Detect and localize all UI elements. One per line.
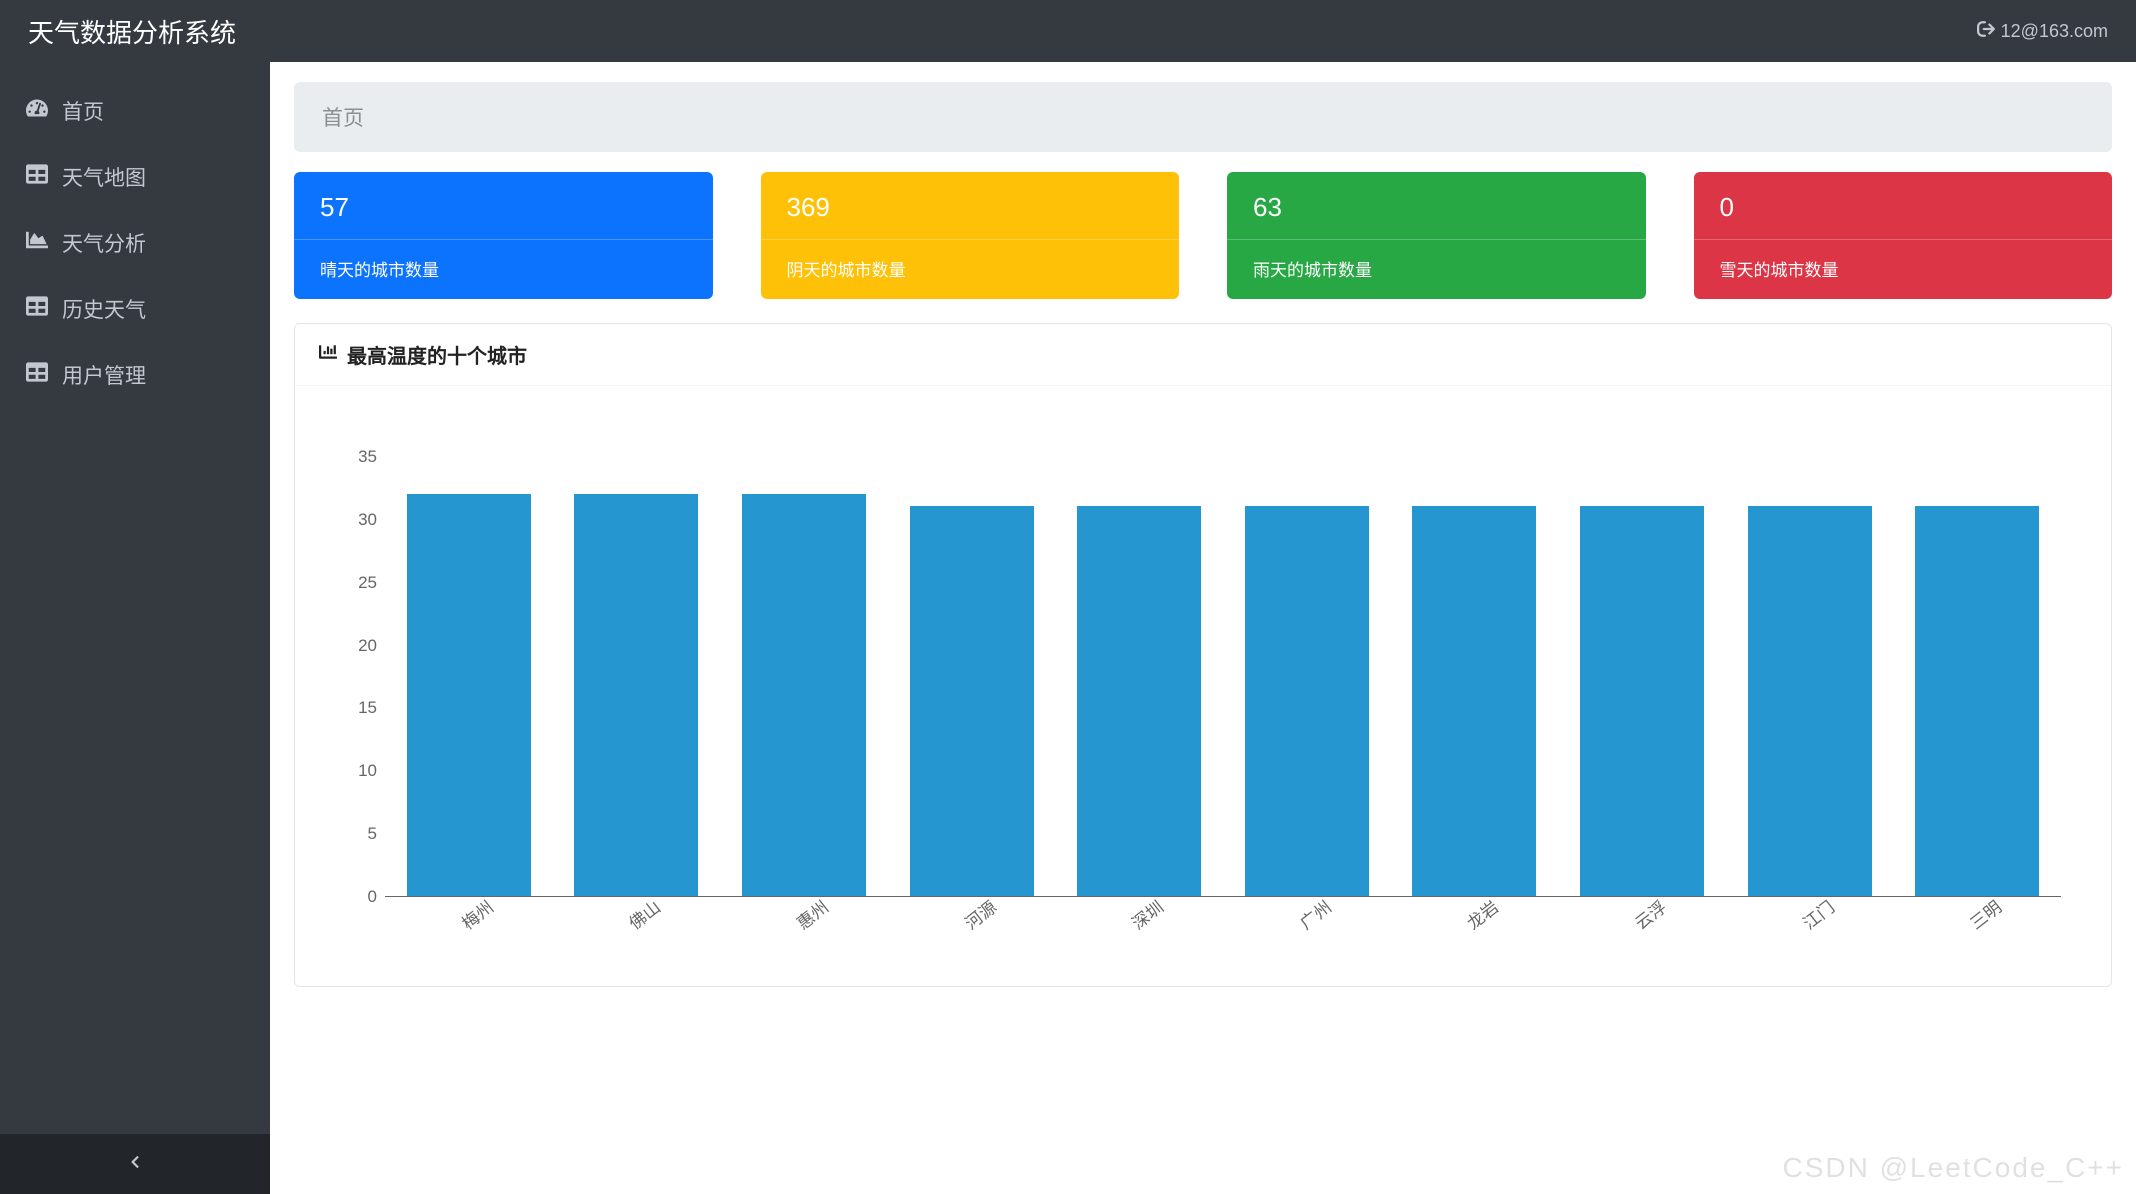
x-label-slot: 深圳 [1055,896,1223,956]
x-label-slot: 河源 [888,896,1056,956]
card-rainy: 63 雨天的城市数量 [1227,172,1646,299]
x-label-slot: 三明 [1893,896,2061,956]
chevron-left-icon [128,1155,142,1174]
sidebar-item-analysis[interactable]: 天气分析 [0,210,270,276]
x-tick-label: 广州 [1293,894,1352,956]
sidebar-item-map[interactable]: 天气地图 [0,144,270,210]
sidebar-item-users[interactable]: 用户管理 [0,342,270,408]
sidebar-item-label: 历史天气 [62,294,146,324]
sidebar-item-label: 用户管理 [62,360,146,390]
y-tick-label: 20 [345,636,377,656]
x-tick-label: 佛山 [623,894,682,956]
chart-bar[interactable] [1915,506,2039,896]
breadcrumb: 首页 [294,82,2112,152]
chart-bar[interactable] [574,494,698,896]
chart-bar-slot [1055,456,1223,896]
chart-bar-slot [385,456,553,896]
x-label-slot: 云浮 [1558,896,1726,956]
table-icon [26,295,48,323]
table-icon [26,361,48,389]
y-tick-label: 30 [345,510,377,530]
chart-bar-slot [1893,456,2061,896]
card-cloudy: 369 阴天的城市数量 [761,172,1180,299]
panel-body: 0 5 10 15 20 25 30 35 梅州 佛山 惠州 河源 深圳 广州 龙岩 云浮 江门 三明 [295,386,2111,986]
x-tick-label: 三明 [1964,894,2023,956]
dashboard-icon [26,97,48,125]
logout-icon [1977,20,1995,43]
card-value: 0 [1694,172,2113,239]
app-title: 天气数据分析系统 [28,13,236,50]
y-tick-label: 5 [345,824,377,844]
sidebar-item-label: 天气地图 [62,162,146,192]
card-value: 369 [761,172,1180,239]
chart-bar-slot [1726,456,1894,896]
topbar: 天气数据分析系统 12@163.com [0,0,2136,62]
x-tick-label: 龙岩 [1461,894,1520,956]
card-label: 晴天的城市数量 [294,239,713,299]
x-tick-label: 梅州 [455,894,514,956]
bar-chart: 05101520253035 梅州佛山惠州河源深圳广州龙岩云浮江门三明 [315,456,2091,956]
chart-bar[interactable] [1748,506,1872,896]
x-label-slot: 佛山 [553,896,721,956]
sidebar-nav: 首页 天气地图 天气分析 历史天气 用户管理 [0,62,270,1134]
chart-bar[interactable] [742,494,866,896]
chart-bars [385,456,2061,896]
x-label-slot: 江门 [1726,896,1894,956]
chart-bar[interactable] [1580,506,1704,896]
chart-icon [26,229,48,257]
x-label-slot: 广州 [1223,896,1391,956]
chart-bar[interactable] [1412,506,1536,896]
sidebar-collapse-button[interactable] [0,1134,270,1194]
chart-bar[interactable] [910,506,1034,896]
card-snowy: 0 雪天的城市数量 [1694,172,2113,299]
card-label: 阴天的城市数量 [761,239,1180,299]
x-tick-label: 深圳 [1126,894,1185,956]
sidebar-item-history[interactable]: 历史天气 [0,276,270,342]
chart-bar-slot [1223,456,1391,896]
x-tick-label: 江门 [1796,894,1855,956]
x-tick-label: 惠州 [791,894,850,956]
bar-chart-icon [319,343,337,367]
y-tick-label: 0 [345,887,377,907]
sidebar-item-home[interactable]: 首页 [0,78,270,144]
sidebar-item-label: 天气分析 [62,228,146,258]
chart-bar-slot [720,456,888,896]
chart-bar[interactable] [407,494,531,896]
y-tick-label: 15 [345,698,377,718]
y-tick-label: 25 [345,573,377,593]
x-label-slot: 梅州 [385,896,553,956]
card-value: 57 [294,172,713,239]
x-label-slot: 惠州 [720,896,888,956]
card-value: 63 [1227,172,1646,239]
user-label: 12@163.com [2001,21,2108,42]
card-sunny: 57 晴天的城市数量 [294,172,713,299]
chart-bar-slot [888,456,1056,896]
chart-bar-slot [553,456,721,896]
summary-cards: 57 晴天的城市数量 369 阴天的城市数量 63 雨天的城市数量 0 雪天的城… [294,172,2112,299]
card-label: 雪天的城市数量 [1694,239,2113,299]
main-content: 首页 57 晴天的城市数量 369 阴天的城市数量 63 雨天的城市数量 0 雪… [270,62,2136,1194]
chart-bar-slot [1391,456,1559,896]
chart-panel: 最高温度的十个城市 0 5 10 15 20 25 30 35 梅州 佛山 惠州 河源 深圳 广州 龙岩 云… [294,323,2112,987]
x-label-slot: 龙岩 [1391,896,1559,956]
y-tick-label: 35 [345,447,377,467]
y-tick-label: 10 [345,761,377,781]
x-tick-label: 河源 [958,894,1017,956]
card-label: 雨天的城市数量 [1227,239,1646,299]
x-tick-label: 云浮 [1629,894,1688,956]
sidebar-item-label: 首页 [62,96,104,126]
panel-header: 最高温度的十个城市 [295,324,2111,386]
user-menu[interactable]: 12@163.com [1977,20,2108,43]
panel-title: 最高温度的十个城市 [347,340,527,369]
chart-bar-slot [1558,456,1726,896]
sidebar: 首页 天气地图 天气分析 历史天气 用户管理 [0,62,270,1194]
chart-bar[interactable] [1245,506,1369,896]
chart-bar[interactable] [1077,506,1201,896]
table-icon [26,163,48,191]
